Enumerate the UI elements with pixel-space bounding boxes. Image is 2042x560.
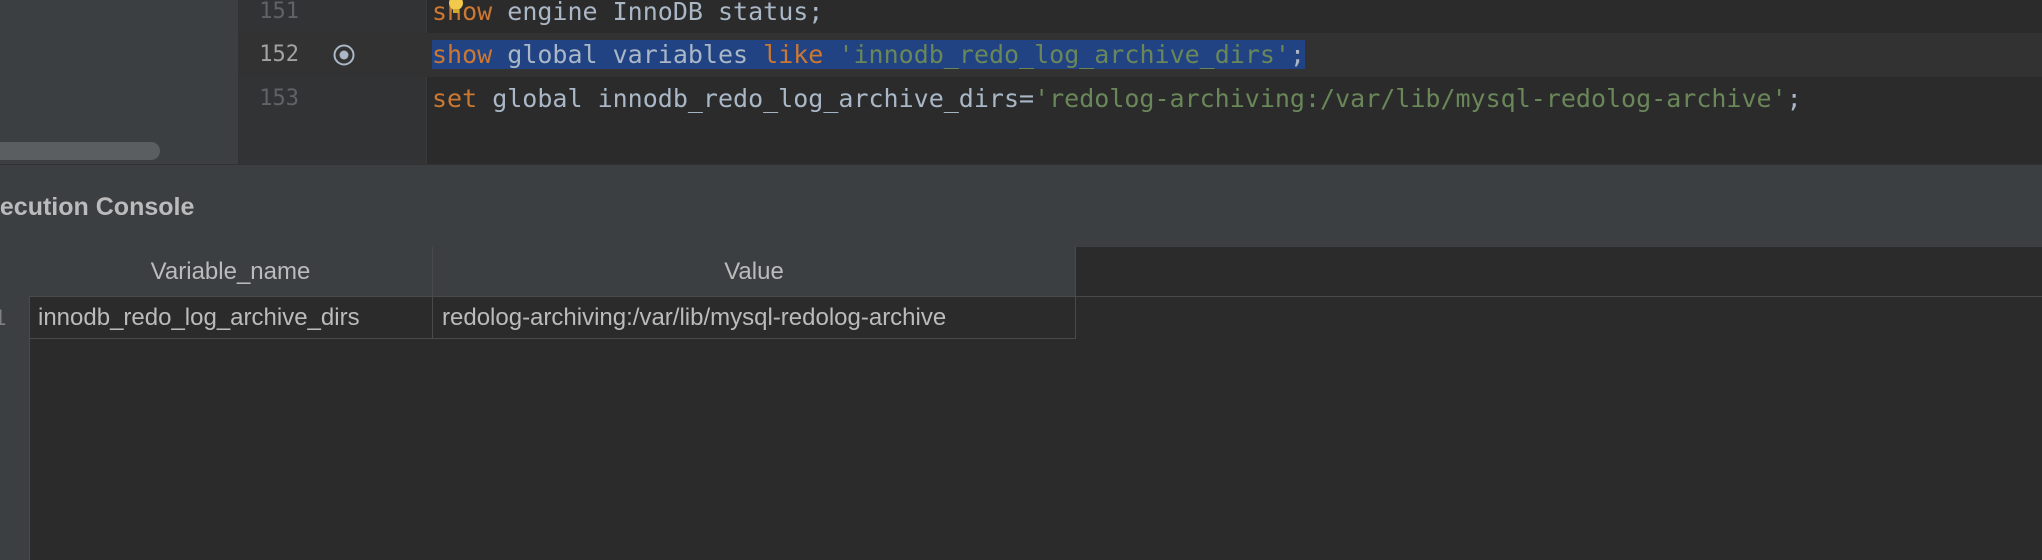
cell-value[interactable]: redolog-archiving:/var/lib/mysql-redolog… (433, 297, 1076, 339)
code-token: global innodb_redo_log_archive_dirs= (477, 84, 1035, 113)
row-number: 1 (0, 305, 7, 330)
line-number: 151 (259, 0, 299, 24)
scrollbar-thumb[interactable] (0, 142, 160, 160)
grid-header: Variable_name Value (29, 247, 1076, 297)
string-token: 'innodb_redo_log_archive_dirs' (838, 40, 1290, 69)
code-text[interactable]: set global innodb_redo_log_archive_dirs=… (432, 77, 1802, 121)
code-token: ; (1289, 40, 1306, 69)
string-token: 'redolog-archiving:/var/lib/mysql-redolo… (1034, 84, 1787, 113)
column-header-variable-name[interactable]: Variable_name (29, 247, 433, 296)
code-token: ; (1786, 84, 1802, 113)
code-text[interactable]: show global variables like 'innodb_redo_… (432, 33, 1306, 77)
code-line-153[interactable]: 153 set global innodb_redo_log_archive_d… (239, 77, 2042, 121)
cell-variable-name[interactable]: innodb_redo_log_archive_dirs (29, 297, 433, 339)
keyword-token: show (432, 40, 493, 69)
row-header-column (0, 247, 30, 560)
console-title: xecution Console (0, 193, 195, 221)
console-header: xecution Console (0, 164, 2042, 248)
keyword-token: set (432, 84, 478, 113)
table-row[interactable]: 1 innodb_redo_log_archive_dirs redolog-a… (0, 297, 1076, 339)
column-header-value[interactable]: Value (433, 247, 1076, 296)
code-token: engine InnoDB status; (492, 0, 824, 26)
line-number: 152 (259, 42, 299, 67)
code-text[interactable]: show engine InnoDB status; (432, 0, 823, 34)
run-statement-icon[interactable] (333, 44, 355, 66)
line-number: 153 (259, 86, 299, 111)
keyword-token: like (763, 40, 824, 69)
grid-header-empty (1076, 247, 2042, 297)
code-line-151[interactable]: 151 show engine InnoDB status; (239, 0, 2042, 34)
lightbulb-icon[interactable] (446, 0, 466, 14)
code-token: global variables (492, 40, 764, 69)
code-line-152[interactable]: 152 show global variables like 'innodb_r… (239, 33, 2042, 77)
